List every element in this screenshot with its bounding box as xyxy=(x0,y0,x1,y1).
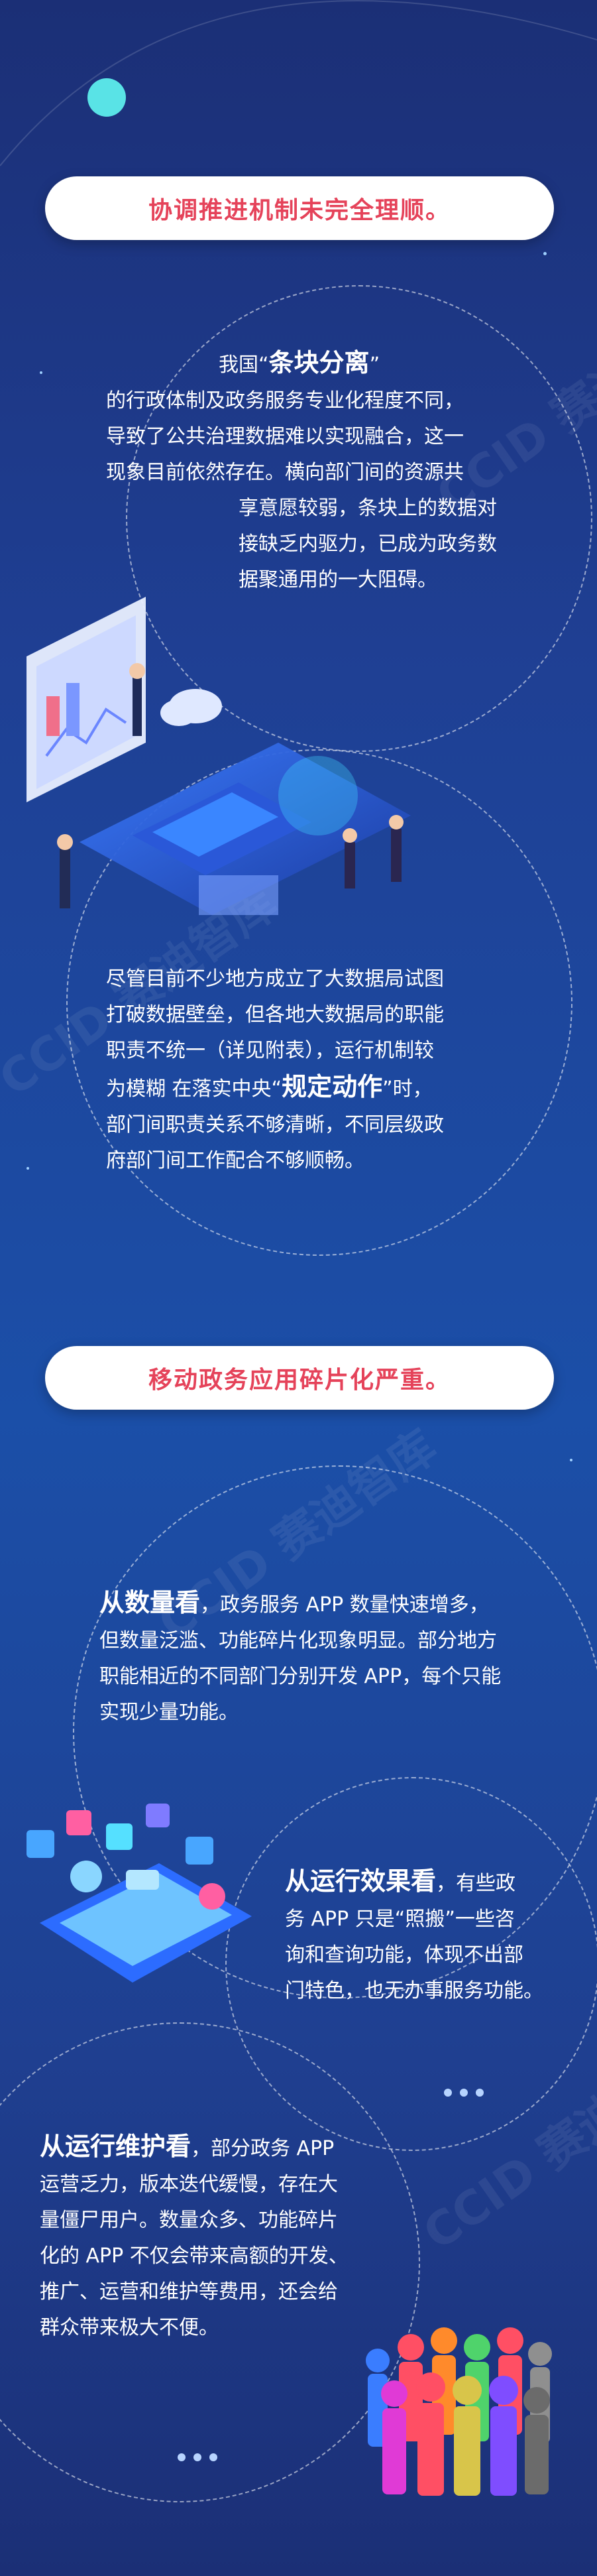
text-line: 务 APP 只是“照搬”一些咨 xyxy=(285,1908,515,1931)
pagination-dots-decoration xyxy=(444,2089,484,2097)
star-dot xyxy=(570,1459,572,1461)
text-line: 部门间职责关系不够清晰，不同层级政 xyxy=(106,1113,444,1136)
text-line: 询和查询功能，体现不出部 xyxy=(285,1943,523,1967)
keyword-highlight: 条块分离 xyxy=(268,348,370,377)
paragraph-condition-2: 尽管目前不少地方成立了大数据局试图 打破数据壁垒，但各地大数据局的职能 职责不统… xyxy=(106,961,517,1179)
section-title: 移动政务应用碎片化严重。 xyxy=(148,1367,451,1394)
text-line: 化的 APP 不仅会带来高额的开发、 xyxy=(40,2244,349,2268)
paragraph-quantity: 从数量看，政务服务 APP 数量快速增多， 但数量泛滥、功能碎片化现象明显。部分… xyxy=(99,1585,550,1731)
text-line: 享意愿较弱，条块上的数据对 xyxy=(239,497,497,520)
text-line: 我国“条块分离” xyxy=(219,348,380,377)
text-line: 从运行维护看，部分政务 APP xyxy=(40,2132,335,2161)
subheading: 从运行效果看 xyxy=(285,1867,437,1896)
mobile-apps-illustration xyxy=(27,1804,252,1983)
paragraph-effect: 从运行效果看，有些政 务 APP 只是“照搬”一些咨 询和查询功能，体现不出部 … xyxy=(285,1863,563,2009)
text-line: 职责不统一（详见附表），运行机制较 xyxy=(106,1039,434,1062)
section-title-pill: 协调推进机制未完全理顺。 xyxy=(45,176,554,240)
text-line: 门特色，也无办事服务功能。 xyxy=(285,1979,543,2002)
section-title-pill: 移动政务应用碎片化严重。 xyxy=(45,1346,554,1410)
text-line: 从数量看，政务服务 APP 数量快速增多， xyxy=(99,1588,489,1617)
text-line: 职能相近的不同部门分别开发 APP，每个只能 xyxy=(99,1665,502,1688)
text-line: 打破数据壁垒，但各地大数据局的职能 xyxy=(106,1003,444,1026)
text-line: 推广、运营和维护等费用，还会给 xyxy=(40,2280,338,2303)
subheading: 从运行维护看 xyxy=(40,2132,191,2161)
text-line: 现象目前依然存在。横向部门间的资源共 xyxy=(106,461,464,484)
text-line: 从运行效果看，有些政 xyxy=(285,1867,516,1896)
text-line: 实现少量功能。 xyxy=(99,1701,239,1724)
text-line: 尽管目前不少地方成立了大数据局试图 xyxy=(106,967,444,991)
text-line: 为模糊 在落实中央“规定动作”时， xyxy=(106,1072,433,1101)
text-line: 导致了公共治理数据难以实现融合，这一 xyxy=(106,425,464,448)
text-line: 府部门间工作配合不够顺畅。 xyxy=(106,1149,364,1172)
subheading: 从数量看 xyxy=(99,1588,201,1617)
text-line: 的行政体制及政务服务专业化程度不同， xyxy=(106,389,464,412)
crowd-illustration xyxy=(366,2327,552,2496)
data-platform-illustration xyxy=(27,597,411,915)
text-line: 量僵尸用户。数量众多、功能碎片 xyxy=(40,2209,338,2232)
star-dot xyxy=(27,1167,29,1170)
infographic-page: CCID 赛迪智库 CCID 赛迪智库 CCID 赛迪智库 CCID 赛迪智库 … xyxy=(0,0,597,2576)
text-line: 运营乏力，版本迭代缓慢，存在大 xyxy=(40,2173,338,2196)
pagination-dots-decoration xyxy=(178,2453,217,2461)
text-line: 但数量泛滥、功能碎片化现象明显。部分地方 xyxy=(99,1629,497,1652)
keyword-highlight: 规定动作 xyxy=(282,1072,383,1101)
section-title: 协调推进机制未完全理顺。 xyxy=(148,197,451,224)
